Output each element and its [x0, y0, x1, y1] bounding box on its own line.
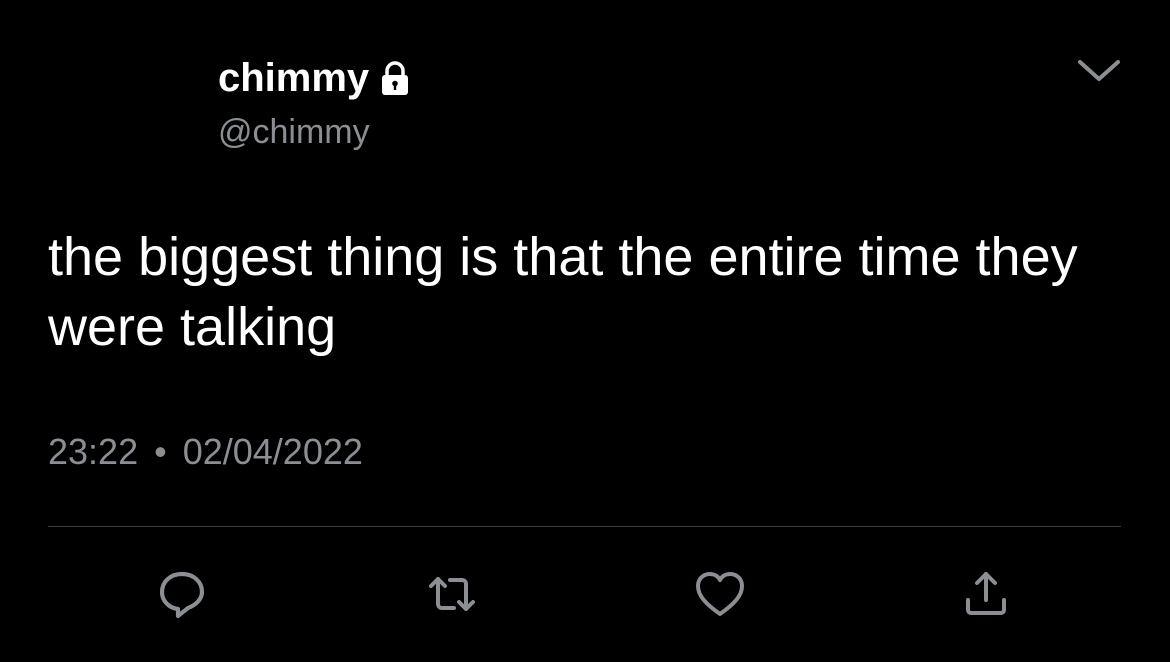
share-button[interactable] [958, 566, 1014, 622]
tweet-date: 02/04/2022 [182, 431, 363, 472]
tweet-time: 23:22 [48, 431, 139, 472]
heart-icon [692, 566, 748, 622]
author-name-row[interactable]: chimmy [218, 54, 415, 102]
tweet-card: chimmy @chimmy the biggest thing is that… [0, 0, 1170, 662]
author-handle[interactable]: @chimmy [218, 112, 415, 152]
divider [48, 526, 1121, 527]
chevron-down-icon[interactable] [1074, 56, 1124, 86]
comment-icon [154, 566, 210, 622]
share-icon [958, 566, 1014, 622]
like-button[interactable] [692, 566, 748, 622]
retweet-icon [424, 566, 480, 622]
author-display-name[interactable]: chimmy [218, 54, 369, 102]
lock-icon [375, 58, 415, 98]
tweet-timestamp[interactable]: 23:22 • 02/04/2022 [48, 428, 363, 476]
tweet-text: the biggest thing is that the entire tim… [48, 227, 1078, 357]
retweet-button[interactable] [424, 566, 480, 622]
timestamp-separator: • [154, 431, 167, 472]
tweet-actions [0, 566, 1170, 622]
reply-button[interactable] [154, 566, 210, 622]
tweet-header: chimmy @chimmy [218, 54, 415, 152]
